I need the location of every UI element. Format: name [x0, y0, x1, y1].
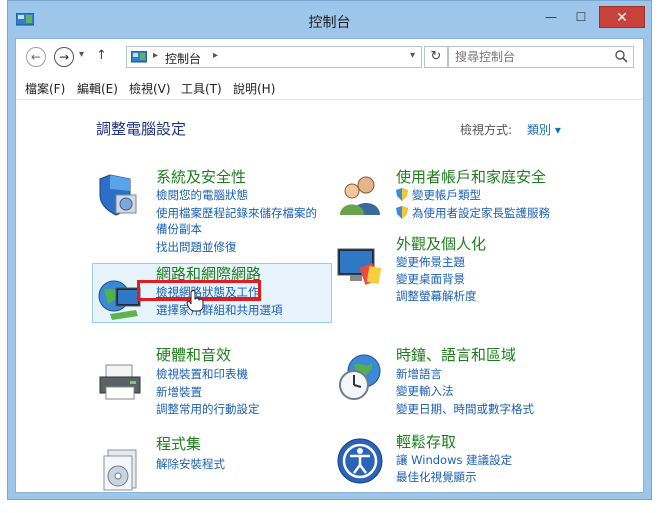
- forward-button[interactable]: →: [54, 47, 74, 67]
- link-windows-suggest-settings[interactable]: 讓 Windows 建議設定: [396, 452, 512, 468]
- uac-shield-icon: [396, 188, 408, 201]
- link-change-theme[interactable]: 變更佈景主題: [396, 254, 465, 270]
- chevron-right-icon[interactable]: ▸: [153, 50, 158, 61]
- link-screen-resolution[interactable]: 調整螢幕解析度: [396, 288, 477, 304]
- link-date-time-format[interactable]: 變更日期、時間或數字格式: [396, 401, 534, 417]
- link-devices-printers[interactable]: 檢視裝置和印表機: [156, 366, 248, 382]
- title-bar[interactable]: 控制台 — ☐ ✕: [8, 1, 651, 37]
- recent-pages-dropdown[interactable]: ▾: [79, 49, 84, 60]
- up-button[interactable]: ↑: [96, 48, 107, 63]
- menu-help[interactable]: 說明(H): [233, 80, 275, 97]
- window-client-area: ← → ▾ ↑ ▸ 控制台 ▸ ▾ ↻ 搜尋控制台 檔案(F) 編輯(E) 檢視…: [15, 38, 644, 493]
- link-file-history-cont[interactable]: 備份副本: [156, 221, 202, 237]
- link-change-account-type[interactable]: 變更帳戶類型: [396, 187, 481, 203]
- hand-cursor-icon: [186, 290, 204, 312]
- link-mobility-settings[interactable]: 調整常用的行動設定: [156, 401, 260, 417]
- uac-shield-icon: [396, 206, 408, 219]
- link-optimize-visual[interactable]: 最佳化視覺顯示: [396, 469, 477, 485]
- view-by-dropdown[interactable]: 類別 ▾: [527, 121, 561, 138]
- chevron-right-icon[interactable]: ▸: [213, 50, 218, 61]
- appearance-monitor-icon[interactable]: [336, 243, 384, 291]
- link-homegroup[interactable]: 選擇家用群組和共用選項: [156, 302, 283, 318]
- address-bar[interactable]: ▸ 控制台 ▸ ▾: [126, 46, 422, 68]
- navigation-bar: ← → ▾ ↑ ▸ 控制台 ▸ ▾ ↻: [16, 39, 643, 75]
- link-change-account-type-label: 變更帳戶類型: [412, 188, 481, 202]
- link-add-language[interactable]: 新增語言: [396, 366, 442, 382]
- search-icon[interactable]: [615, 50, 628, 63]
- menu-tools[interactable]: 工具(T): [181, 80, 222, 97]
- control-panel-icon: [131, 51, 147, 63]
- category-title-programs[interactable]: 程式集: [156, 433, 201, 454]
- clock-globe-icon[interactable]: [336, 353, 384, 401]
- category-title-users[interactable]: 使用者帳戶和家庭安全: [396, 166, 546, 187]
- link-file-history[interactable]: 使用檔案歷程記錄來儲存檔案的: [156, 205, 317, 221]
- link-troubleshoot[interactable]: 找出問題並修復: [156, 239, 237, 255]
- search-box[interactable]: [448, 46, 634, 68]
- close-button[interactable]: ✕: [599, 6, 645, 28]
- menu-view[interactable]: 檢視(V): [129, 80, 171, 97]
- link-desktop-background[interactable]: 變更桌面背景: [396, 271, 465, 287]
- link-uninstall-program[interactable]: 解除安裝程式: [156, 456, 225, 472]
- link-family-safety[interactable]: 為使用者設定家長監護服務: [396, 205, 550, 221]
- category-title-hardware[interactable]: 硬體和音效: [156, 344, 231, 365]
- menu-edit[interactable]: 編輯(E): [77, 80, 118, 97]
- search-input[interactable]: [449, 47, 615, 67]
- link-add-device[interactable]: 新增裝置: [156, 384, 202, 400]
- ease-of-access-icon[interactable]: [336, 437, 384, 485]
- back-button[interactable]: ←: [26, 47, 46, 67]
- printer-icon[interactable]: [96, 357, 144, 405]
- content-area: 調整電腦設定 檢視方式: 類別 ▾ 系統及安全性 檢閱您的電腦狀態 使用檔案歷程…: [16, 101, 643, 493]
- programs-icon[interactable]: [96, 446, 144, 494]
- link-family-safety-label: 為使用者設定家長監護服務: [412, 206, 550, 220]
- menu-bar: 檔案(F) 編輯(E) 檢視(V) 工具(T) 說明(H): [16, 77, 643, 100]
- category-title-appearance[interactable]: 外觀及個人化: [396, 233, 486, 254]
- view-by-label: 檢視方式:: [460, 123, 513, 137]
- link-review-status[interactable]: 檢閱您的電腦狀態: [156, 187, 248, 203]
- menu-file[interactable]: 檔案(F): [25, 80, 65, 97]
- security-shield-icon[interactable]: [96, 171, 144, 219]
- category-title-security[interactable]: 系統及安全性: [156, 166, 246, 187]
- category-title-clock[interactable]: 時鐘、語言和區域: [396, 344, 516, 365]
- breadcrumb-control-panel[interactable]: 控制台: [165, 50, 201, 67]
- minimize-button[interactable]: —: [537, 7, 565, 27]
- control-panel-window: 控制台 — ☐ ✕ ← → ▾ ↑ ▸ 控制台 ▸ ▾ ↻ 搜尋控制台 檔案(F…: [7, 0, 652, 500]
- category-title-ease[interactable]: 輕鬆存取: [396, 431, 456, 452]
- address-dropdown-icon[interactable]: ▾: [410, 50, 415, 61]
- link-input-method[interactable]: 變更輸入法: [396, 383, 454, 399]
- page-title: 調整電腦設定: [96, 120, 187, 138]
- users-icon[interactable]: [336, 171, 384, 219]
- maximize-button[interactable]: ☐: [567, 7, 595, 27]
- refresh-button[interactable]: ↻: [424, 46, 448, 68]
